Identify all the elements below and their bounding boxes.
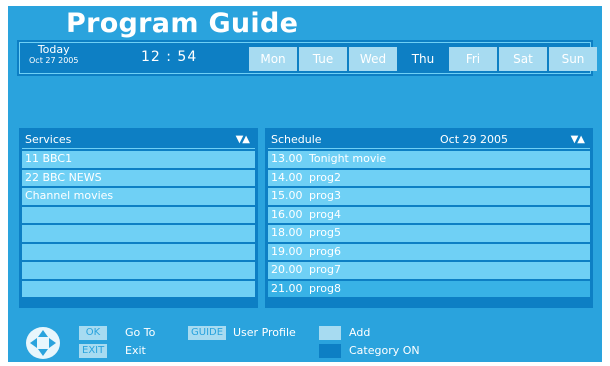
schedule-program-title: prog7 (309, 263, 341, 276)
schedule-time: 21.00 (271, 281, 303, 295)
schedule-time: 15.00 (271, 189, 303, 202)
schedule-program-title: prog3 (309, 189, 341, 202)
schedule-list: 13.00 Tonight movie 14.00 prog2 15.00 prog3 16… (268, 151, 590, 297)
service-row[interactable] (22, 206, 255, 223)
service-row[interactable] (22, 262, 255, 279)
services-list: 11 BBC1 22 BBC NEWS Channel movies (22, 151, 255, 297)
service-row[interactable] (22, 280, 255, 297)
services-panel: Services ▼▲ 11 BBC1 22 BBC NEWS Channel mo… (19, 128, 258, 308)
guide-action-label: User Profile (233, 326, 296, 339)
schedule-row[interactable]: 18.00 prog5 (268, 225, 590, 242)
schedule-row[interactable]: 14.00 prog2 (268, 169, 590, 186)
schedule-row[interactable]: 19.00 prog6 (268, 243, 590, 260)
schedule-program-title: prog5 (309, 226, 341, 239)
schedule-row[interactable]: 21.00 prog8 (268, 280, 590, 297)
services-title: Services (25, 133, 72, 146)
add-swatch[interactable] (319, 326, 341, 340)
schedule-header: Schedule Oct 29 2005 ▼▲ (268, 131, 590, 149)
schedule-row[interactable]: 16.00 prog4 (268, 206, 590, 223)
sort-arrows-icon[interactable]: ▼▲ (236, 131, 250, 148)
schedule-date: Oct 29 2005 (440, 133, 509, 146)
services-header: Services ▼▲ (22, 131, 255, 149)
day-tabs: Mon Tue Wed Thu Fri Sat Sun (249, 47, 597, 71)
service-row[interactable] (22, 225, 255, 242)
schedule-program-title: prog6 (309, 244, 341, 258)
schedule-program-title: prog2 (309, 170, 341, 184)
today-date: Oct 27 2005 (29, 56, 79, 65)
category-label: Category ON (349, 344, 420, 357)
schedule-title: Schedule (271, 133, 322, 146)
schedule-program-title: prog8 (309, 281, 341, 295)
tab-sun[interactable]: Sun (549, 47, 597, 71)
schedule-panel: Schedule Oct 29 2005 ▼▲ 13.00 Tonight mov… (265, 128, 593, 308)
schedule-program-title: prog4 (309, 207, 341, 221)
ok-key[interactable]: OK (79, 326, 107, 340)
sort-arrows-icon[interactable]: ▼▲ (571, 131, 585, 148)
schedule-row[interactable]: 13.00 Tonight movie (268, 151, 590, 168)
service-row[interactable]: Channel movies (22, 188, 255, 205)
schedule-program-title: Tonight movie (309, 152, 387, 165)
service-row[interactable]: 22 BBC NEWS (22, 169, 255, 186)
tab-mon[interactable]: Mon (249, 47, 297, 71)
tab-thu[interactable]: Thu (399, 47, 447, 71)
schedule-time: 14.00 (271, 170, 303, 184)
schedule-time: 16.00 (271, 207, 303, 221)
exit-action-label: Exit (125, 344, 146, 357)
exit-key[interactable]: EXIT (79, 344, 107, 358)
tab-fri[interactable]: Fri (449, 47, 497, 71)
add-label: Add (349, 326, 371, 339)
clock: 12 : 54 (141, 49, 198, 65)
today-indicator: Today Oct 27 2005 (29, 43, 79, 66)
schedule-row[interactable]: 20.00 prog7 (268, 262, 590, 279)
service-row[interactable]: 11 BBC1 (22, 151, 255, 168)
tab-sat[interactable]: Sat (499, 47, 547, 71)
schedule-time: 19.00 (271, 244, 303, 258)
tab-tue[interactable]: Tue (299, 47, 347, 71)
schedule-time: 20.00 (271, 263, 303, 276)
ok-action-label: Go To (125, 326, 156, 339)
schedule-row[interactable]: 15.00 prog3 (268, 188, 590, 205)
footer-legend: OK Go To EXIT Exit GUIDE User Profile Ad… (8, 322, 602, 362)
tab-wed[interactable]: Wed (349, 47, 397, 71)
service-row[interactable] (22, 243, 255, 260)
dpad-icon (26, 327, 60, 359)
guide-key[interactable]: GUIDE (188, 326, 227, 340)
schedule-time: 18.00 (271, 226, 303, 239)
category-swatch[interactable] (319, 344, 341, 358)
page-title: Program Guide (66, 8, 299, 39)
schedule-time: 13.00 (271, 152, 303, 165)
today-label: Today (37, 43, 70, 56)
date-bar: Today Oct 27 2005 12 : 54 Mon Tue Wed Th… (17, 40, 597, 76)
